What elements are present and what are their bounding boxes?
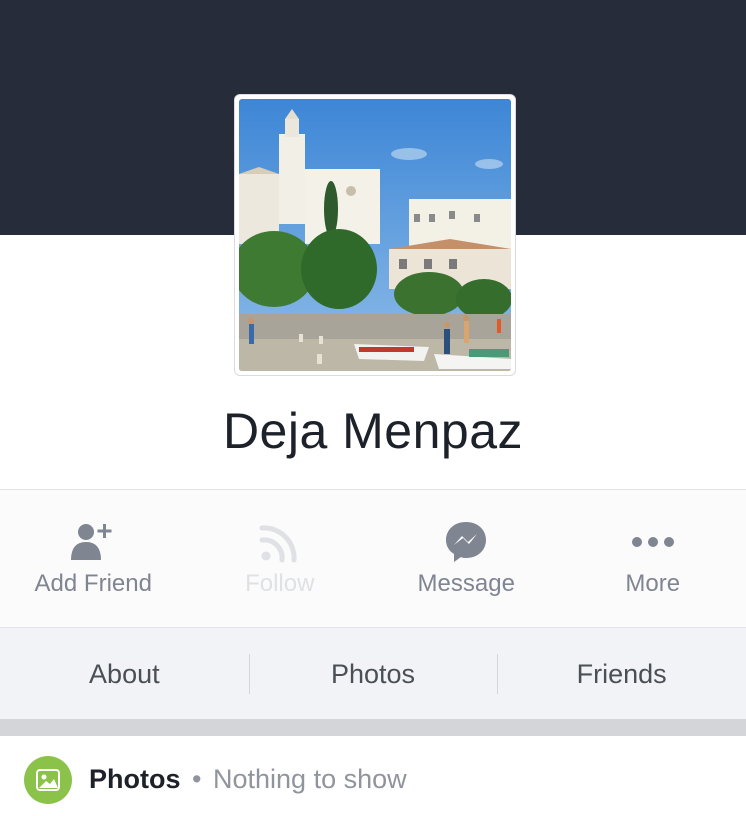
follow-button[interactable]: Follow — [187, 490, 374, 627]
profile-tabs: About Photos Friends — [0, 627, 746, 719]
message-label: Message — [417, 570, 515, 597]
section-separator — [0, 719, 746, 736]
add-friend-button[interactable]: Add Friend — [0, 490, 187, 627]
follow-label: Follow — [245, 570, 315, 597]
tab-about[interactable]: About — [0, 628, 249, 719]
photos-status-text: Nothing to show — [213, 764, 407, 794]
photos-section-header[interactable]: Photos • Nothing to show — [0, 736, 746, 816]
rss-follow-icon — [259, 525, 297, 563]
photos-section-title: Photos — [89, 764, 181, 794]
profile-picture[interactable] — [235, 95, 515, 375]
profile-page: Deja Menpaz Add Friend Follow Message Mo… — [0, 0, 746, 816]
profile-name: Deja Menpaz — [222, 403, 524, 459]
add-friend-icon — [71, 524, 112, 560]
separator-dot: • — [192, 764, 202, 794]
profile-photo-image — [239, 99, 511, 371]
tab-photos[interactable]: Photos — [248, 628, 498, 719]
messenger-icon — [446, 522, 487, 562]
profile-actions-bar: Add Friend Follow Message More — [0, 490, 746, 627]
more-label: More — [625, 570, 681, 597]
more-button[interactable]: More — [560, 490, 746, 627]
add-friend-label: Add Friend — [34, 570, 152, 597]
message-button[interactable]: Message — [373, 490, 560, 627]
photo-icon — [24, 756, 72, 804]
more-dots-icon — [631, 537, 674, 547]
tab-friends[interactable]: Friends — [497, 628, 746, 719]
